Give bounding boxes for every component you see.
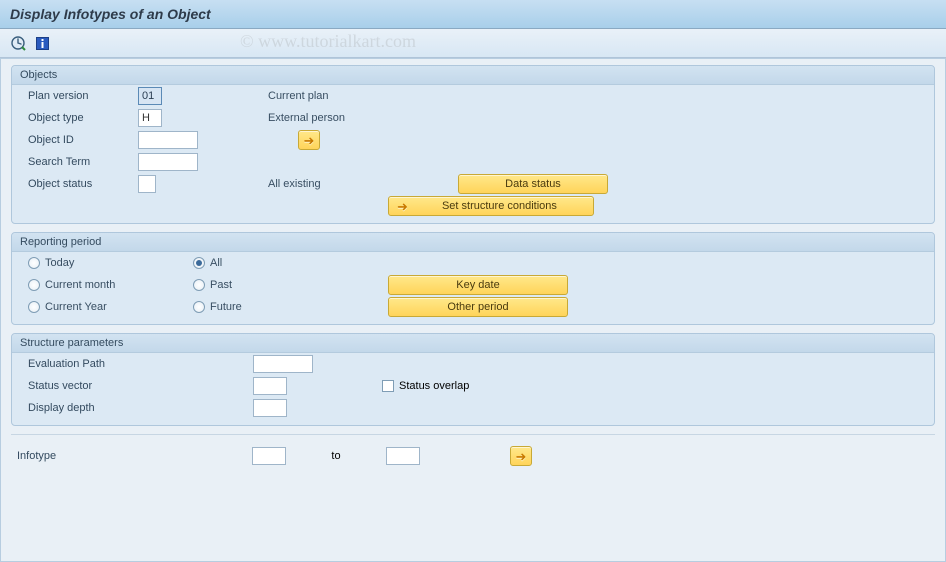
status-vector-input[interactable] bbox=[253, 377, 287, 395]
object-status-label: Object status bbox=[28, 178, 138, 190]
structure-parameters-group: Structure parameters Evaluation Path Sta… bbox=[11, 333, 935, 426]
current-month-label: Current month bbox=[45, 279, 115, 291]
set-structure-label: Set structure conditions bbox=[414, 200, 585, 212]
infotype-to-input[interactable] bbox=[386, 447, 420, 465]
objects-title: Objects bbox=[12, 66, 934, 85]
data-status-button[interactable]: Data status bbox=[458, 174, 608, 194]
infotype-to-label: to bbox=[286, 450, 386, 462]
divider bbox=[11, 434, 935, 435]
display-depth-input[interactable] bbox=[253, 399, 287, 417]
evaluation-path-input[interactable] bbox=[253, 355, 313, 373]
all-radio[interactable] bbox=[193, 257, 205, 269]
status-vector-label: Status vector bbox=[28, 380, 253, 392]
infotype-multiple-selection-button[interactable]: ➜ bbox=[510, 446, 532, 466]
object-id-input[interactable] bbox=[138, 131, 198, 149]
current-month-radio[interactable] bbox=[28, 279, 40, 291]
objects-group: Objects Plan version Current plan Object… bbox=[11, 65, 935, 224]
status-overlap-label: Status overlap bbox=[399, 380, 469, 392]
object-type-label: Object type bbox=[28, 112, 138, 124]
plan-version-label: Plan version bbox=[28, 90, 138, 102]
toolbar: © www.tutorialkart.com bbox=[0, 29, 946, 58]
arrow-right-icon: ➜ bbox=[516, 450, 527, 463]
object-id-search-button[interactable]: ➜ bbox=[298, 130, 320, 150]
all-label: All bbox=[210, 257, 222, 269]
object-status-desc: All existing bbox=[268, 178, 388, 190]
arrow-right-icon: ➜ bbox=[397, 200, 408, 213]
past-label: Past bbox=[210, 279, 232, 291]
object-type-desc: External person bbox=[268, 112, 345, 124]
past-radio[interactable] bbox=[193, 279, 205, 291]
key-date-button[interactable]: Key date bbox=[388, 275, 568, 295]
display-depth-label: Display depth bbox=[28, 402, 253, 414]
infotype-label: Infotype bbox=[17, 450, 252, 462]
other-period-label: Other period bbox=[447, 301, 508, 313]
current-year-label: Current Year bbox=[45, 301, 107, 313]
reporting-period-title: Reporting period bbox=[12, 233, 934, 252]
arrow-right-icon: ➜ bbox=[304, 134, 315, 147]
future-label: Future bbox=[210, 301, 242, 313]
window-title: Display Infotypes of an Object bbox=[0, 0, 946, 29]
reporting-period-group: Reporting period Today All Current month… bbox=[11, 232, 935, 325]
infotype-from-input[interactable] bbox=[252, 447, 286, 465]
object-status-input[interactable] bbox=[138, 175, 156, 193]
structure-parameters-title: Structure parameters bbox=[12, 334, 934, 353]
search-term-input[interactable] bbox=[138, 153, 198, 171]
object-type-input[interactable] bbox=[138, 109, 162, 127]
future-radio[interactable] bbox=[193, 301, 205, 313]
plan-version-input[interactable] bbox=[138, 87, 162, 105]
info-icon bbox=[35, 36, 50, 51]
today-label: Today bbox=[45, 257, 74, 269]
status-overlap-checkbox[interactable] bbox=[382, 380, 394, 392]
key-date-label: Key date bbox=[456, 279, 499, 291]
execute-button[interactable] bbox=[8, 33, 28, 53]
other-period-button[interactable]: Other period bbox=[388, 297, 568, 317]
set-structure-conditions-button[interactable]: ➜ Set structure conditions bbox=[388, 196, 594, 216]
watermark-text: © www.tutorialkart.com bbox=[240, 31, 416, 52]
clock-execute-icon bbox=[10, 35, 26, 51]
evaluation-path-label: Evaluation Path bbox=[28, 358, 253, 370]
search-term-label: Search Term bbox=[28, 156, 138, 168]
current-year-radio[interactable] bbox=[28, 301, 40, 313]
info-button[interactable] bbox=[32, 33, 52, 53]
today-radio[interactable] bbox=[28, 257, 40, 269]
plan-version-desc: Current plan bbox=[268, 90, 329, 102]
object-id-label: Object ID bbox=[28, 134, 138, 146]
content-area: Objects Plan version Current plan Object… bbox=[0, 58, 946, 562]
data-status-label: Data status bbox=[505, 178, 561, 190]
